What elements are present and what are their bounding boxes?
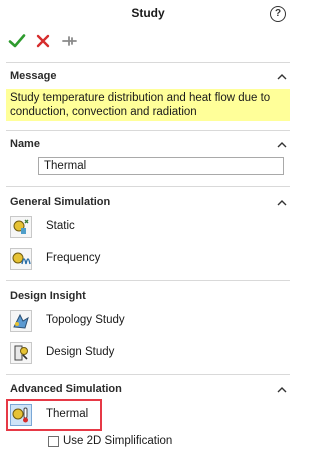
help-icon[interactable]: ? — [270, 6, 286, 22]
study-type-static[interactable]: Static — [10, 216, 280, 238]
use-2d-simplification-checkbox[interactable] — [48, 436, 59, 447]
thermal-study-icon — [10, 404, 32, 426]
check-icon[interactable] — [8, 32, 26, 50]
panel-title: Study — [131, 6, 165, 20]
topology-study-icon — [10, 310, 32, 332]
study-name-input[interactable] — [38, 157, 284, 175]
close-icon[interactable] — [34, 32, 52, 50]
divider — [6, 130, 290, 131]
section-title-message: Message — [10, 70, 57, 82]
static-study-icon — [10, 216, 32, 238]
study-property-manager: Study ? Message Study temperature distri… — [0, 0, 296, 454]
study-type-frequency[interactable]: Frequency — [10, 248, 280, 270]
study-type-design-study[interactable]: Design Study — [10, 342, 280, 364]
collapse-icon[interactable] — [276, 139, 288, 151]
collapse-icon[interactable] — [276, 384, 288, 396]
study-type-label: Topology Study — [46, 314, 125, 326]
divider — [6, 374, 290, 375]
study-type-thermal[interactable]: Thermal — [10, 404, 280, 426]
section-title-advanced-simulation: Advanced Simulation — [10, 383, 122, 395]
divider — [6, 186, 290, 187]
section-title-general-simulation: General Simulation — [10, 196, 111, 208]
message-text: Study temperature distribution and heat … — [6, 89, 290, 121]
design-study-icon — [10, 342, 32, 364]
frequency-study-icon — [10, 248, 32, 270]
study-type-topology[interactable]: Topology Study — [10, 310, 280, 332]
section-title-name: Name — [10, 138, 40, 150]
divider — [6, 280, 290, 281]
collapse-icon[interactable] — [276, 197, 288, 209]
study-type-label: Static — [46, 220, 75, 232]
study-type-label: Thermal — [46, 408, 89, 420]
section-title-design-insight: Design Insight — [10, 290, 86, 302]
collapse-icon[interactable] — [276, 71, 288, 83]
checkbox-label: Use 2D Simplification — [63, 435, 173, 447]
pushpin-icon[interactable] — [60, 32, 78, 50]
study-type-label: Design Study — [46, 346, 115, 358]
divider — [6, 62, 290, 63]
study-type-label: Frequency — [46, 252, 101, 264]
